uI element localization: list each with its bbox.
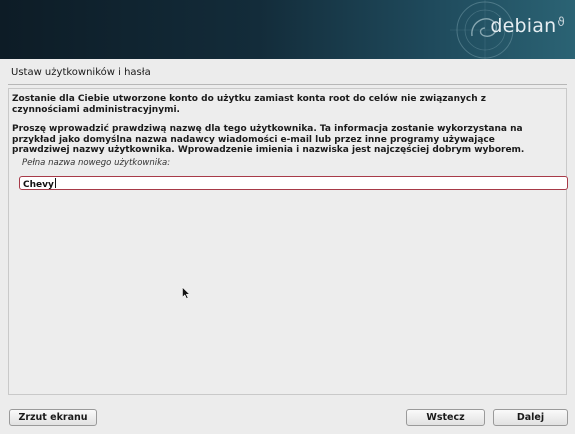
full-name-label: Pełna nazwa nowego użytkownika:: [22, 158, 171, 168]
debian-logo: debianϑ: [490, 15, 565, 37]
header-banner: debianϑ: [0, 0, 575, 59]
page-title: Ustaw użytkowników i hasła: [11, 67, 151, 78]
info-paragraph-1: Zostanie dla Ciebie utworzone konto do u…: [12, 94, 487, 115]
next-button[interactable]: Dalej: [493, 409, 568, 426]
info-paragraph-2: Proszę wprowadzić prawdziwą nazwę dla te…: [12, 124, 525, 155]
title-divider: [8, 84, 567, 85]
screenshot-button[interactable]: Zrzut ekranu: [9, 409, 97, 426]
full-name-input[interactable]: Chevy: [19, 176, 568, 190]
back-button[interactable]: Wstecz: [406, 409, 485, 426]
debian-swirl-mark-icon: ϑ: [557, 15, 565, 29]
full-name-value: Chevy: [23, 180, 54, 190]
brand-text: debian: [490, 15, 557, 37]
mouse-pointer-icon: [182, 287, 190, 299]
text-caret: [54, 178, 56, 188]
